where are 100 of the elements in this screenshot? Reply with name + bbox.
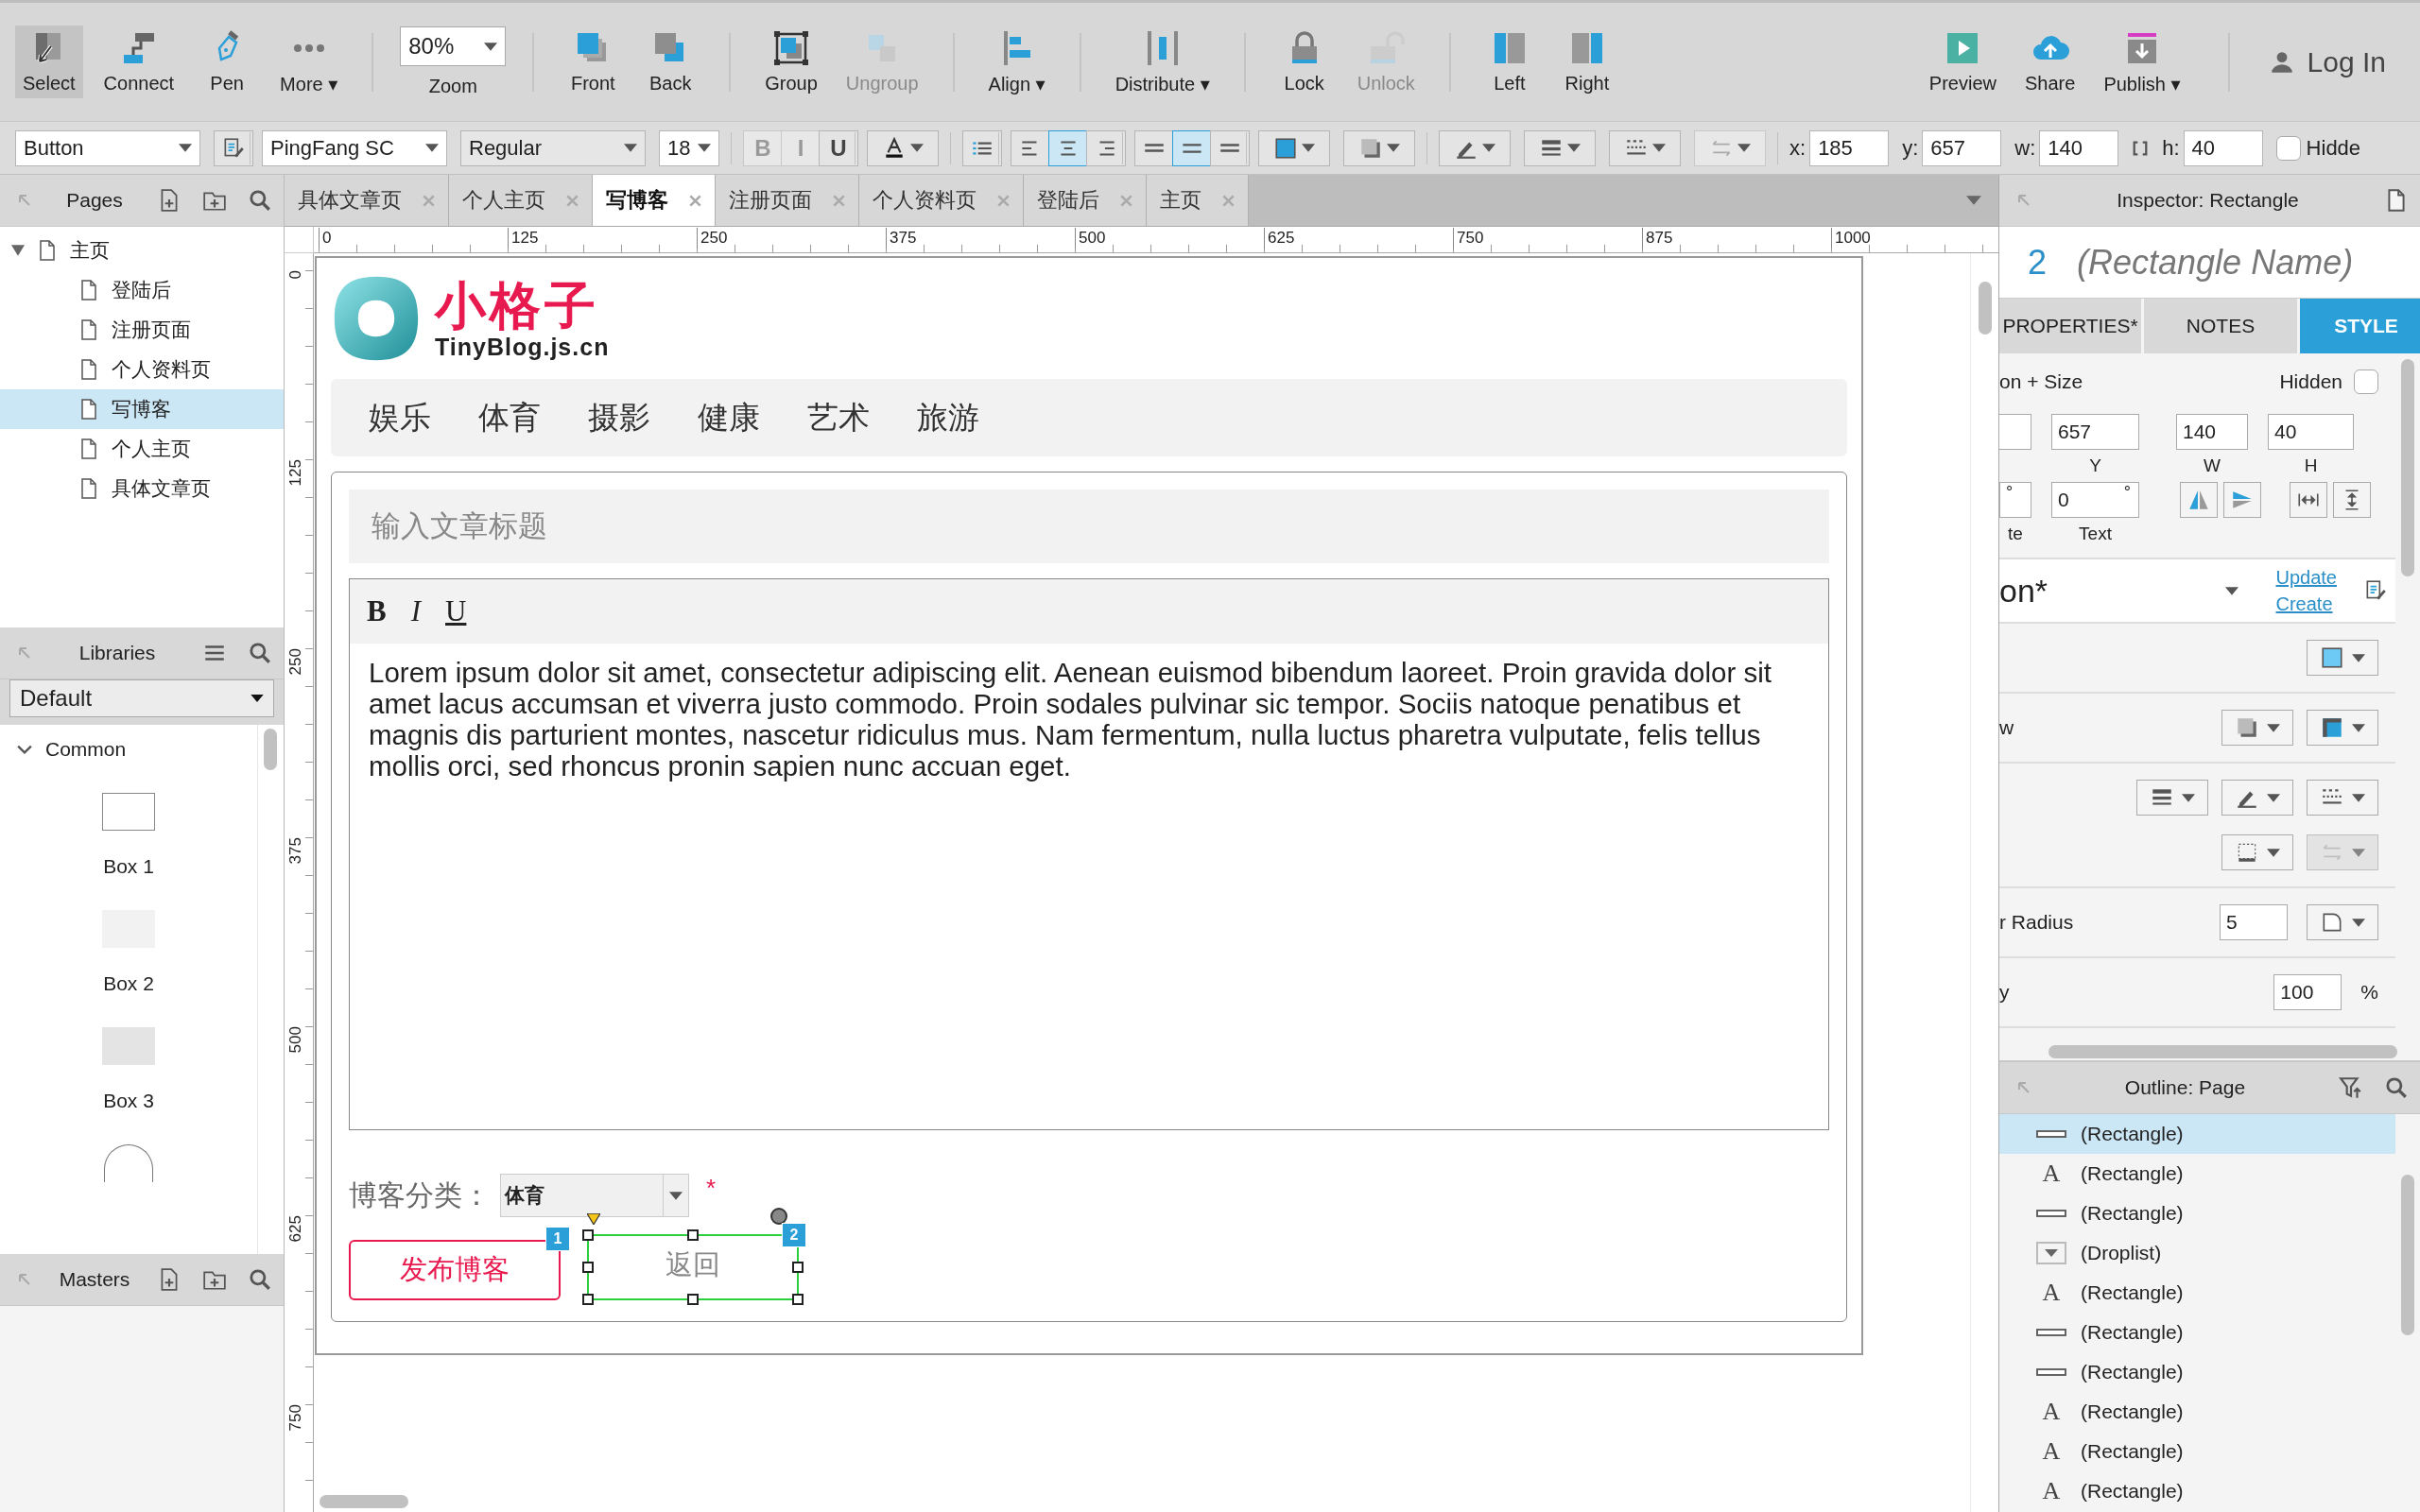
coord-field[interactable]: 657 <box>1922 129 2002 166</box>
title-input[interactable]: 输入文章标题 <box>349 490 1829 563</box>
text-editor[interactable] <box>349 578 1829 1130</box>
shadow-button[interactable] <box>2221 710 2293 746</box>
lineweight-button[interactable] <box>2136 780 2208 816</box>
page-item[interactable]: 登陆后 <box>0 270 284 310</box>
scrollbar-thumb[interactable] <box>2401 359 2414 576</box>
shadow-button[interactable] <box>1343 129 1415 166</box>
fit-h-button[interactable] <box>2333 482 2371 518</box>
page-tab[interactable]: 主页 <box>1147 175 1249 226</box>
publish-tool[interactable]: Publish ▾ <box>2096 25 2188 99</box>
search-icon[interactable] <box>248 641 272 665</box>
number-field[interactable]: ° <box>1999 482 2031 518</box>
category-dropdown[interactable]: 体育 <box>500 1174 689 1217</box>
format-button[interactable]: U <box>819 129 858 166</box>
outline-item[interactable]: A (Rectangle) <box>1999 1471 2395 1511</box>
resize-handle[interactable] <box>582 1294 594 1305</box>
page-item[interactable]: 注册页面 <box>0 310 284 350</box>
nav-link[interactable]: 旅游 <box>917 396 979 439</box>
number-field[interactable]: 140 <box>2176 414 2248 450</box>
page-item[interactable]: 个人主页 <box>0 429 284 469</box>
scrollbar-thumb[interactable] <box>2048 1045 2397 1058</box>
underline-button[interactable]: U <box>445 594 467 628</box>
dropdown-field[interactable]: Regular <box>460 129 646 166</box>
outline-item[interactable]: (Rectangle) <box>1999 1313 2395 1352</box>
linestyle-button[interactable] <box>2307 780 2378 816</box>
expand-triangle-icon[interactable] <box>11 244 25 257</box>
share-tool[interactable]: Share <box>2017 26 2083 98</box>
coord-field[interactable]: 140 <box>2039 129 2119 166</box>
coord-field[interactable]: 185 <box>1809 129 1890 166</box>
valign-top-button[interactable] <box>1134 129 1174 166</box>
right-tool[interactable]: Right <box>1554 26 1619 98</box>
page-item[interactable]: 个人资料页 <box>0 350 284 389</box>
outline-item[interactable]: (Rectangle) <box>1999 1114 2395 1154</box>
style-edit-button[interactable] <box>214 129 253 166</box>
group-tool[interactable]: Group <box>757 26 825 98</box>
page-item[interactable]: 主页 <box>0 231 284 270</box>
number-field[interactable]: 0 ° <box>2051 482 2139 518</box>
outline-item[interactable]: (Droplist) <box>1999 1233 2395 1273</box>
page-tab[interactable]: 个人资料页 <box>859 175 1024 226</box>
left-tool[interactable]: Left <box>1477 26 1542 98</box>
origin-marker-icon[interactable] <box>587 1213 600 1225</box>
resize-handle[interactable] <box>687 1229 699 1241</box>
nav-link[interactable]: 艺术 <box>807 396 870 439</box>
more-tool[interactable]: More ▾ <box>272 25 346 99</box>
resize-handle[interactable] <box>792 1262 804 1273</box>
outline-item[interactable]: A (Rectangle) <box>1999 1154 2395 1194</box>
inspector-tab[interactable]: PROPERTIES* <box>1999 299 2141 353</box>
preview-tool[interactable]: Preview <box>1921 26 2004 98</box>
name-bar[interactable]: 2 (Rectangle Name) <box>1999 227 2420 298</box>
page-tab[interactable]: 写博客 <box>593 175 716 226</box>
dropdown-field[interactable]: 18 <box>659 129 719 166</box>
back-tool[interactable]: Back <box>638 26 703 98</box>
scrollbar-thumb[interactable] <box>2401 1175 2414 1335</box>
page-item[interactable]: 具体文章页 <box>0 469 284 508</box>
scrollbar-thumb[interactable] <box>320 1495 408 1508</box>
valign-bottom-button[interactable] <box>1210 129 1250 166</box>
front-tool[interactable]: Front <box>561 26 626 98</box>
style-link[interactable]: Update <box>2275 564 2337 591</box>
nav-link[interactable]: 体育 <box>478 396 541 439</box>
rotate-handle[interactable] <box>770 1208 787 1225</box>
number-field[interactable] <box>1999 414 2031 450</box>
fill-light-button[interactable] <box>2307 640 2378 676</box>
page-tab[interactable]: 注册页面 <box>716 175 859 226</box>
valign-middle-button[interactable] <box>1172 129 1212 166</box>
outline-item[interactable]: (Rectangle) <box>1999 1194 2395 1233</box>
fill-button[interactable] <box>1258 129 1330 166</box>
fit-w-button[interactable] <box>2290 482 2327 518</box>
nav-link[interactable]: 娱乐 <box>369 396 431 439</box>
library-dropdown[interactable]: Default <box>9 679 274 717</box>
hidden-checkbox[interactable] <box>2354 369 2378 394</box>
number-field[interactable]: 5 <box>2220 904 2288 940</box>
resize-handle[interactable] <box>582 1262 594 1273</box>
page-tab[interactable]: 登陆后 <box>1024 175 1147 226</box>
library-group-header[interactable]: Common <box>0 725 257 761</box>
linecolor-button[interactable] <box>1439 129 1511 166</box>
select-tool[interactable]: Select <box>15 26 83 98</box>
filter-icon[interactable] <box>2339 1075 2363 1100</box>
align-tool[interactable]: Align ▾ <box>980 25 1053 99</box>
hidden-checkbox[interactable] <box>2275 135 2301 161</box>
align-center-button[interactable] <box>1048 129 1088 166</box>
outline-item[interactable]: A (Rectangle) <box>1999 1392 2395 1432</box>
number-field[interactable]: 100 <box>2273 974 2342 1010</box>
linecolor-button[interactable] <box>2221 780 2293 816</box>
style-link[interactable]: Create <box>2275 591 2337 617</box>
outline-item[interactable]: A (Rectangle) <box>1999 1273 2395 1313</box>
lock-tool[interactable]: Lock <box>1271 26 1337 98</box>
search-icon[interactable] <box>248 1267 272 1292</box>
corner-button[interactable] <box>2307 904 2378 940</box>
inspector-tab[interactable]: NOTES <box>2144 299 2297 353</box>
scrollbar-thumb[interactable] <box>1979 282 1992 335</box>
resize-handle[interactable] <box>792 1294 804 1305</box>
zoom-field[interactable]: 80% <box>400 26 507 66</box>
bullets-button[interactable] <box>962 129 1002 166</box>
number-field[interactable]: 40 <box>2268 414 2354 450</box>
align-right-button[interactable] <box>1086 129 1126 166</box>
nav-link[interactable]: 摄影 <box>588 396 650 439</box>
lineweight-button[interactable] <box>1524 129 1596 166</box>
outline-item[interactable]: A (Rectangle) <box>1999 1432 2395 1471</box>
inner-shadow-button[interactable] <box>2307 710 2378 746</box>
